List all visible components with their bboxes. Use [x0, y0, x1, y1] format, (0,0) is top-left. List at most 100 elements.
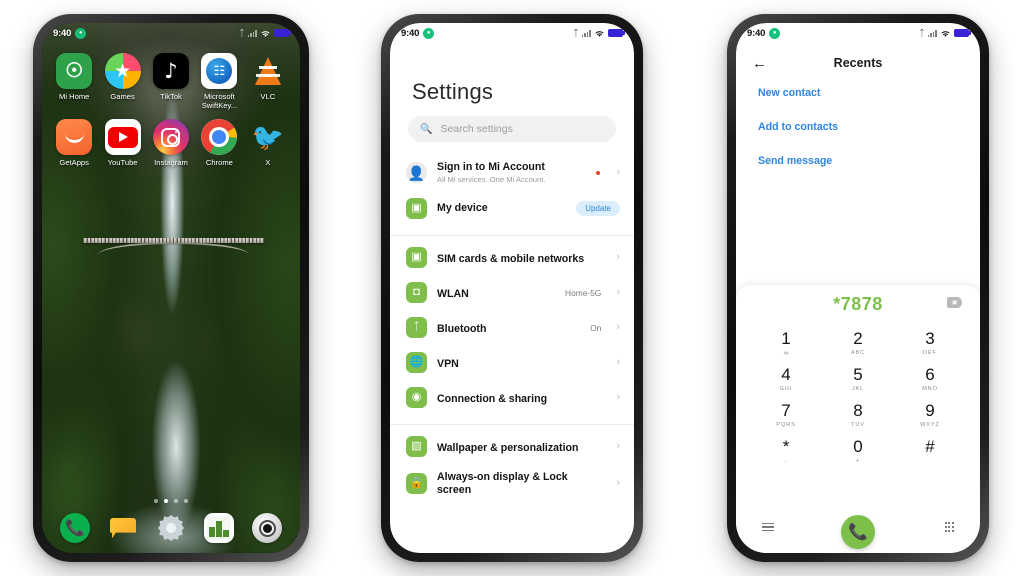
key-4[interactable]: 4 GHI [750, 363, 822, 396]
messages-icon[interactable] [108, 513, 138, 543]
key-sublabel: WXYZ [920, 422, 940, 428]
update-button[interactable]: Update [576, 201, 620, 217]
lock-icon: 🔒 [406, 473, 427, 495]
home-content: ☉ Mi Home ★ Games ♪ TikTok ☷ Microsoft S… [42, 23, 300, 553]
key-star[interactable]: * , [750, 435, 822, 468]
phone2-glass: 9:40 ● ᛏ Settings 🔍 Search settings 👤 Si… [390, 23, 634, 553]
new-contact-link[interactable]: New contact [758, 87, 964, 99]
key-5[interactable]: 5 JKL [822, 363, 894, 396]
settings-row-text: Sign in to Mi Account All Mi services. O… [437, 161, 586, 184]
cellular-signal-icon [581, 29, 591, 37]
settings-gear-icon[interactable] [156, 513, 186, 543]
phone2-screen[interactable]: 9:40 ● ᛏ Settings 🔍 Search settings 👤 Si… [390, 23, 634, 553]
app-label: TikTok [160, 92, 182, 101]
settings-body: Settings 🔍 Search settings 👤 Sign in to … [390, 23, 634, 553]
cellular-signal-icon [247, 29, 257, 37]
key-digit: 0 [853, 437, 863, 456]
page-title: Recents [833, 56, 883, 70]
chevron-right-icon: › [616, 321, 620, 334]
key-0[interactable]: 0 + [822, 435, 894, 468]
file-manager-icon[interactable] [204, 513, 234, 543]
settings-row-text: Bluetooth [437, 319, 580, 337]
app-label: X [265, 158, 271, 167]
key-sublabel: DEF [923, 350, 937, 356]
app-microsoft-swiftkey[interactable]: ☷ Microsoft SwiftKey... [195, 53, 243, 110]
settings-row-title: My device [437, 202, 488, 215]
status-time: 9:40 [747, 27, 766, 39]
app-youtube[interactable]: YouTube [98, 119, 146, 168]
settings-row-mi-account[interactable]: 👤 Sign in to Mi Account All Mi services.… [390, 154, 634, 191]
app-instagram[interactable]: Instagram [147, 119, 195, 168]
app-label: VLC [260, 92, 276, 101]
app-games[interactable]: ★ Games [98, 53, 146, 110]
settings-row-vpn[interactable]: 🌐 VPN › [390, 345, 634, 380]
settings-group-connectivity: ▣ SIM cards & mobile networks › ◘ WLAN H… [390, 235, 634, 415]
add-to-contacts-link[interactable]: Add to contacts [758, 121, 964, 133]
status-badge [596, 170, 601, 175]
chevron-right-icon: › [616, 440, 620, 453]
bluetooth-icon: ᛏ [239, 27, 245, 38]
key-7[interactable]: 7 PQRS [750, 399, 822, 432]
key-6[interactable]: 6 MNO [894, 363, 966, 396]
settings-row-bluetooth[interactable]: ᛏ Bluetooth On › [390, 310, 634, 345]
key-sublabel: MNO [922, 386, 938, 392]
backspace-icon[interactable]: ✖ [947, 297, 962, 308]
phone1-screen[interactable]: 9:40 ● ᛏ ☉ Mi Home ★ Games ♪ TikTok ☷ Mi… [42, 23, 300, 553]
settings-row-title: Sign in to Mi Account [437, 161, 545, 173]
settings-row-value: On [590, 322, 602, 333]
page-indicator[interactable] [42, 499, 300, 503]
settings-row-title: Connection & sharing [437, 392, 548, 405]
camera-icon[interactable] [252, 513, 282, 543]
settings-row-always-on-display[interactable]: 🔒 Always-on display & Lock screen › [390, 464, 634, 503]
key-digit: * [782, 437, 790, 456]
settings-row-my-device[interactable]: ▣ My device Update [390, 191, 634, 226]
settings-row-text: VPN [437, 354, 591, 372]
app-vlc[interactable]: VLC [244, 53, 292, 110]
keypad-sheet: *7878 ✖ 1 ∞ 2 ABC 3 DEF 4 GHI 5 JKL 6 MN… [736, 285, 980, 553]
settings-row-connection-sharing[interactable]: ◉ Connection & sharing › [390, 380, 634, 415]
status-bar: 9:40 ● ᛏ [736, 23, 980, 43]
back-arrow-icon[interactable]: ← [752, 56, 767, 71]
phone-icon[interactable]: 📞 [60, 513, 90, 543]
key-hash[interactable]: # [894, 435, 966, 468]
page-dot [154, 499, 158, 503]
keypad-grid-icon[interactable] [944, 522, 954, 532]
bluetooth-icon: ᛏ [573, 27, 579, 38]
app-getapps[interactable]: GetApps [50, 119, 98, 168]
search-input[interactable]: 🔍 Search settings [408, 116, 616, 142]
app-mi-home[interactable]: ☉ Mi Home [50, 53, 98, 110]
settings-row-wallpaper[interactable]: ▧ Wallpaper & personalization › [390, 429, 634, 464]
chevron-right-icon: › [616, 286, 620, 299]
key-3[interactable]: 3 DEF [894, 327, 966, 360]
key-sublabel: TUV [851, 422, 865, 428]
send-message-link[interactable]: Send message [758, 155, 964, 167]
key-digit: 7 [781, 401, 791, 420]
key-2[interactable]: 2 ABC [822, 327, 894, 360]
dialed-number[interactable]: *7878 [833, 294, 883, 315]
app-label: GetApps [59, 158, 89, 167]
settings-row-text: My device [437, 202, 566, 215]
app-label: Games [110, 92, 135, 101]
settings-row-text: Connection & sharing [437, 389, 591, 407]
mi-home-icon: ☉ [56, 53, 93, 89]
cellular-signal-icon [927, 29, 937, 37]
key-sublabel: , [784, 458, 788, 464]
key-9[interactable]: 9 WXYZ [894, 399, 966, 432]
phone-device-dialer: 9:40 ● ᛏ ← Recents New contact Add to co… [727, 14, 989, 562]
key-8[interactable]: 8 TUV [822, 399, 894, 432]
phone3-screen[interactable]: 9:40 ● ᛏ ← Recents New contact Add to co… [736, 23, 980, 553]
status-bar-left: 9:40 ● [747, 27, 781, 39]
key-sublabel: + [855, 458, 861, 464]
app-x-twitter[interactable]: 🐦 X [244, 119, 292, 168]
settings-row-sim-cards[interactable]: ▣ SIM cards & mobile networks › [390, 240, 634, 275]
settings-row-wlan[interactable]: ◘ WLAN Home-5G › [390, 275, 634, 310]
key-digit: 8 [853, 401, 863, 420]
battery-icon [274, 29, 291, 37]
menu-list-icon[interactable] [762, 522, 774, 532]
call-button-icon[interactable]: 📞 [841, 515, 875, 549]
app-tiktok[interactable]: ♪ TikTok [147, 53, 195, 110]
key-1[interactable]: 1 ∞ [750, 327, 822, 360]
key-sublabel: ABC [850, 350, 866, 356]
app-chrome[interactable]: Chrome [195, 119, 243, 168]
key-digit: 1 [781, 329, 791, 348]
